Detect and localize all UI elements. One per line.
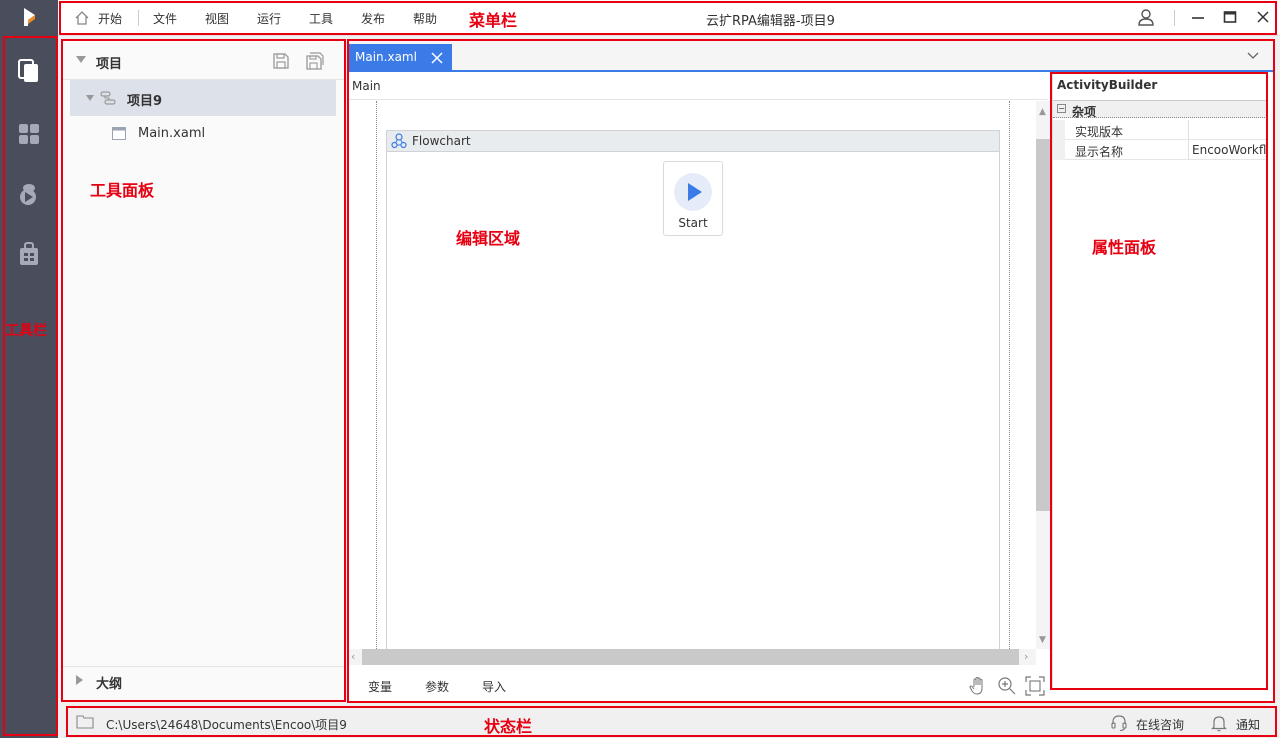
property-row[interactable]: 显示名称 EncooWorkfl <box>1053 140 1267 160</box>
status-project-path: C:\Users\24648\Documents\Encoo\项目9 <box>106 718 347 732</box>
flowchart-header[interactable]: Flowchart <box>387 131 999 152</box>
project-panel-title: 项目 <box>96 57 123 72</box>
document-tab-strip: Main.xaml <box>348 40 1274 72</box>
maximize-icon <box>1223 10 1237 27</box>
close-window-button[interactable] <box>1253 8 1273 28</box>
vertical-scroll-thumb[interactable] <box>1036 139 1050 511</box>
designer-bottom-bar: 变量 参数 导入 <box>348 670 1048 702</box>
play-icon <box>674 173 712 211</box>
menu-view[interactable]: 视图 <box>205 10 229 27</box>
project-panel: 项目 项目9 Main.xaml 大纲 <box>62 40 344 700</box>
save-icon <box>273 53 289 69</box>
properties-title: ActivityBuilder <box>1057 78 1158 92</box>
toolbar-package-button[interactable] <box>15 241 43 269</box>
fit-to-screen-icon[interactable] <box>1025 676 1045 696</box>
collapse-minus-icon[interactable]: − <box>1057 104 1066 113</box>
tree-item-project[interactable]: 项目9 <box>70 80 336 116</box>
close-icon <box>1256 10 1270 27</box>
horizontal-scroll-thumb[interactable] <box>362 649 1019 665</box>
bug-play-icon <box>17 180 41 209</box>
chevron-down-icon[interactable] <box>1246 49 1260 63</box>
expand-triangle-icon[interactable] <box>76 675 83 685</box>
scroll-right-icon[interactable]: › <box>1024 650 1028 663</box>
property-row[interactable]: 实现版本 <box>1053 120 1267 140</box>
property-value[interactable]: EncooWorkfl <box>1192 143 1267 157</box>
workflow-project-icon <box>100 91 116 105</box>
app-logo-icon <box>19 6 41 28</box>
start-node[interactable]: Start <box>663 161 723 236</box>
designer-canvas[interactable]: Flowchart Start <box>376 101 1010 649</box>
package-icon <box>19 241 39 269</box>
vertical-scrollbar[interactable]: ▲ ▼ <box>1036 101 1050 649</box>
save-all-icon <box>306 52 324 70</box>
property-divider <box>1188 120 1189 140</box>
property-divider <box>1188 140 1189 160</box>
save-all-button[interactable] <box>306 52 324 70</box>
expand-triangle-icon[interactable] <box>86 95 94 101</box>
headset-icon[interactable] <box>1110 714 1128 732</box>
property-name: 实现版本 <box>1075 125 1124 139</box>
properties-panel: ActivityBuilder − 杂项 实现版本 显示名称 EncooWork… <box>1052 74 1267 688</box>
copy-files-icon <box>17 58 41 87</box>
horizontal-scrollbar[interactable]: ‹ › <box>348 649 1036 665</box>
outline-title: 大纲 <box>96 677 123 692</box>
menu-help[interactable]: 帮助 <box>413 10 437 27</box>
folder-icon <box>76 715 94 729</box>
menu-start[interactable]: 开始 <box>98 10 122 27</box>
zoom-in-icon[interactable] <box>997 676 1017 696</box>
menu-bar: 开始 文件 视图 运行 工具 发布 帮助 云扩RPA编辑器-项目9 <box>58 0 1280 36</box>
scroll-down-icon[interactable]: ▼ <box>1039 635 1046 645</box>
maximize-button[interactable] <box>1220 8 1240 28</box>
property-category-label: 杂项 <box>1072 105 1097 119</box>
tree-item-main-xaml-label: Main.xaml <box>138 126 206 141</box>
toolbar-project-button[interactable] <box>15 58 43 86</box>
tab-close-icon[interactable] <box>430 51 444 65</box>
xaml-file-icon <box>112 127 126 140</box>
window-controls-separator <box>1174 10 1175 26</box>
tab-imports[interactable]: 导入 <box>482 678 506 695</box>
property-category[interactable]: − 杂项 <box>1053 100 1267 119</box>
minimize-button[interactable] <box>1188 8 1208 28</box>
breadcrumb-main[interactable]: Main <box>352 79 381 93</box>
tree-item-main-xaml[interactable]: Main.xaml <box>70 116 336 152</box>
outline-header[interactable]: 大纲 <box>62 666 344 694</box>
tree-item-project-label: 项目9 <box>127 94 163 109</box>
bell-icon[interactable] <box>1210 714 1228 732</box>
menu-run[interactable]: 运行 <box>257 10 281 27</box>
collapse-triangle-icon[interactable] <box>76 56 86 63</box>
left-toolbar <box>0 0 58 738</box>
property-row-gutter <box>1053 140 1065 160</box>
minimize-icon <box>1191 10 1205 27</box>
pan-hand-icon[interactable] <box>968 676 988 696</box>
user-account-button[interactable] <box>1136 8 1156 28</box>
property-name: 显示名称 <box>1075 145 1124 159</box>
online-consult-link[interactable]: 在线咨询 <box>1136 716 1184 733</box>
scroll-up-icon[interactable]: ▲ <box>1039 107 1046 117</box>
menu-tools[interactable]: 工具 <box>309 10 333 27</box>
breadcrumb: Main <box>348 74 1048 100</box>
menu-file[interactable]: 文件 <box>153 10 177 27</box>
notifications-link[interactable]: 通知 <box>1236 716 1260 733</box>
start-node-label: Start <box>678 216 708 230</box>
scroll-left-icon[interactable]: ‹ <box>351 650 355 663</box>
menu-separator <box>138 10 139 26</box>
status-bar: C:\Users\24648\Documents\Encoo\项目9 在线咨询 … <box>66 708 1280 738</box>
tab-main-xaml[interactable]: Main.xaml <box>348 44 452 72</box>
toolbar-debug-button[interactable] <box>15 180 43 208</box>
home-icon[interactable] <box>74 10 90 26</box>
grid-icon <box>18 123 40 148</box>
toolbar-activities-button[interactable] <box>15 121 43 149</box>
flowchart-activity[interactable]: Flowchart Start <box>386 130 1000 649</box>
flowchart-icon <box>391 133 407 149</box>
user-icon <box>1137 8 1155 29</box>
menu-publish[interactable]: 发布 <box>361 10 385 27</box>
tab-arguments[interactable]: 参数 <box>425 678 449 695</box>
tab-main-xaml-label: Main.xaml <box>355 50 417 64</box>
property-row-gutter <box>1053 120 1065 140</box>
save-button[interactable] <box>272 52 290 70</box>
tab-variables[interactable]: 变量 <box>368 678 392 695</box>
flowchart-label: Flowchart <box>412 134 471 148</box>
project-panel-header: 项目 <box>62 40 344 80</box>
window-title: 云扩RPA编辑器-项目9 <box>706 14 835 29</box>
